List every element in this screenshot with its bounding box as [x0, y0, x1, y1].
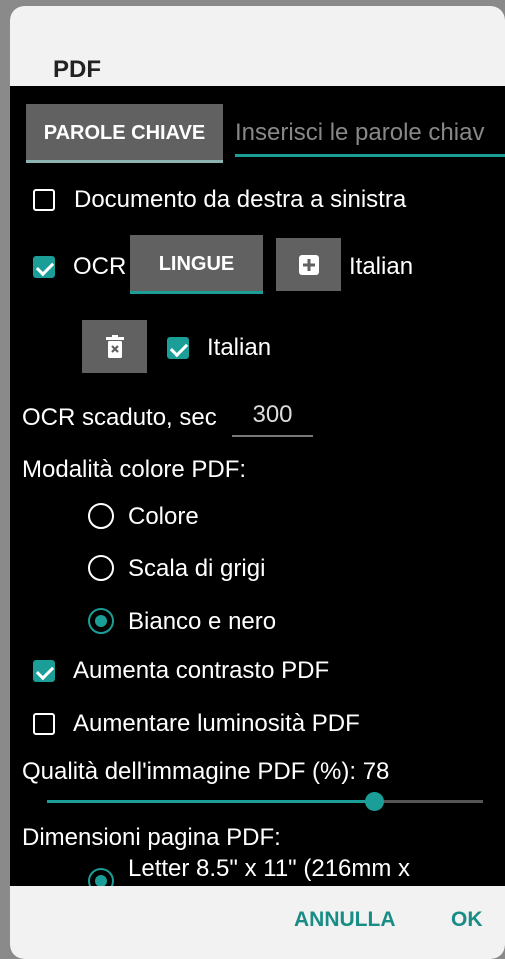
pdf-dialog: PDF PAROLE CHIAVE Inserisci le parole ch…: [10, 6, 505, 959]
page-size-label: Dimensioni pagina PDF:: [22, 824, 281, 851]
keywords-input[interactable]: Inserisci le parole chiav: [235, 119, 505, 155]
add-language-button[interactable]: [276, 238, 341, 291]
languages-button-underline: [130, 291, 263, 294]
radio-scala-di-grigi-label: Scala di grigi: [128, 555, 266, 582]
languages-button[interactable]: LINGUE: [130, 235, 263, 293]
ocr-label: OCR: [73, 253, 127, 280]
radio-bianco-e-nero-label: Bianco e nero: [128, 608, 277, 635]
quality-label: Qualità dell'immagine PDF (%): 78: [22, 758, 390, 785]
contrast-label: Aumenta contrasto PDF: [73, 657, 330, 684]
cancel-button[interactable]: ANNULLA: [294, 908, 395, 932]
italian-language-label: Italian: [207, 334, 272, 361]
quality-slider-thumb[interactable]: [365, 792, 384, 811]
radio-colore[interactable]: [88, 503, 114, 529]
dialog-title: PDF: [53, 56, 101, 83]
color-mode-label: Modalità colore PDF:: [22, 456, 247, 483]
keywords-button[interactable]: PAROLE CHIAVE: [26, 104, 223, 162]
trash-icon: [105, 334, 124, 358]
keywords-input-underline: [235, 154, 505, 157]
dialog-content: PAROLE CHIAVE Inserisci le parole chiav …: [10, 86, 505, 886]
plus-icon: [298, 254, 319, 275]
radio-letter-label: Letter 8.5" x 11" (216mm x: [128, 855, 411, 882]
dialog-header: PDF: [10, 6, 505, 86]
ocr-checkbox[interactable]: [33, 256, 55, 278]
radio-colore-label: Colore: [128, 503, 199, 530]
italian-language-checkbox[interactable]: [167, 337, 189, 359]
radio-letter[interactable]: [88, 868, 114, 886]
ocr-timeout-input[interactable]: 300: [232, 401, 313, 437]
ocr-timeout-label: OCR scaduto, sec: [22, 404, 217, 431]
brightness-label: Aumentare luminosità PDF: [73, 710, 360, 737]
contrast-checkbox[interactable]: [33, 660, 55, 682]
rtl-checkbox[interactable]: [33, 189, 55, 211]
dialog-footer: ANNULLA OK: [10, 886, 505, 959]
keywords-button-underline: [26, 160, 223, 163]
quality-slider-fill: [47, 800, 374, 803]
ocr-timeout-underline: [232, 435, 313, 437]
delete-language-button[interactable]: [82, 320, 147, 373]
radio-bianco-e-nero[interactable]: [88, 608, 114, 634]
ok-button[interactable]: OK: [451, 908, 483, 932]
rtl-label: Documento da destra a sinistra: [74, 186, 407, 213]
add-language-label: Italian: [349, 253, 414, 280]
brightness-checkbox[interactable]: [33, 713, 55, 735]
radio-scala-di-grigi[interactable]: [88, 555, 114, 581]
